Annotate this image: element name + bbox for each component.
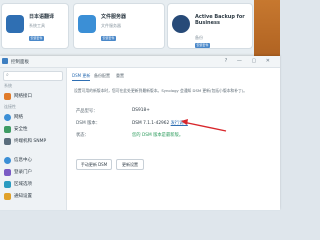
arrow-head [181, 119, 188, 125]
arrow-shaft [182, 121, 227, 132]
annotation-arrow [181, 119, 227, 132]
